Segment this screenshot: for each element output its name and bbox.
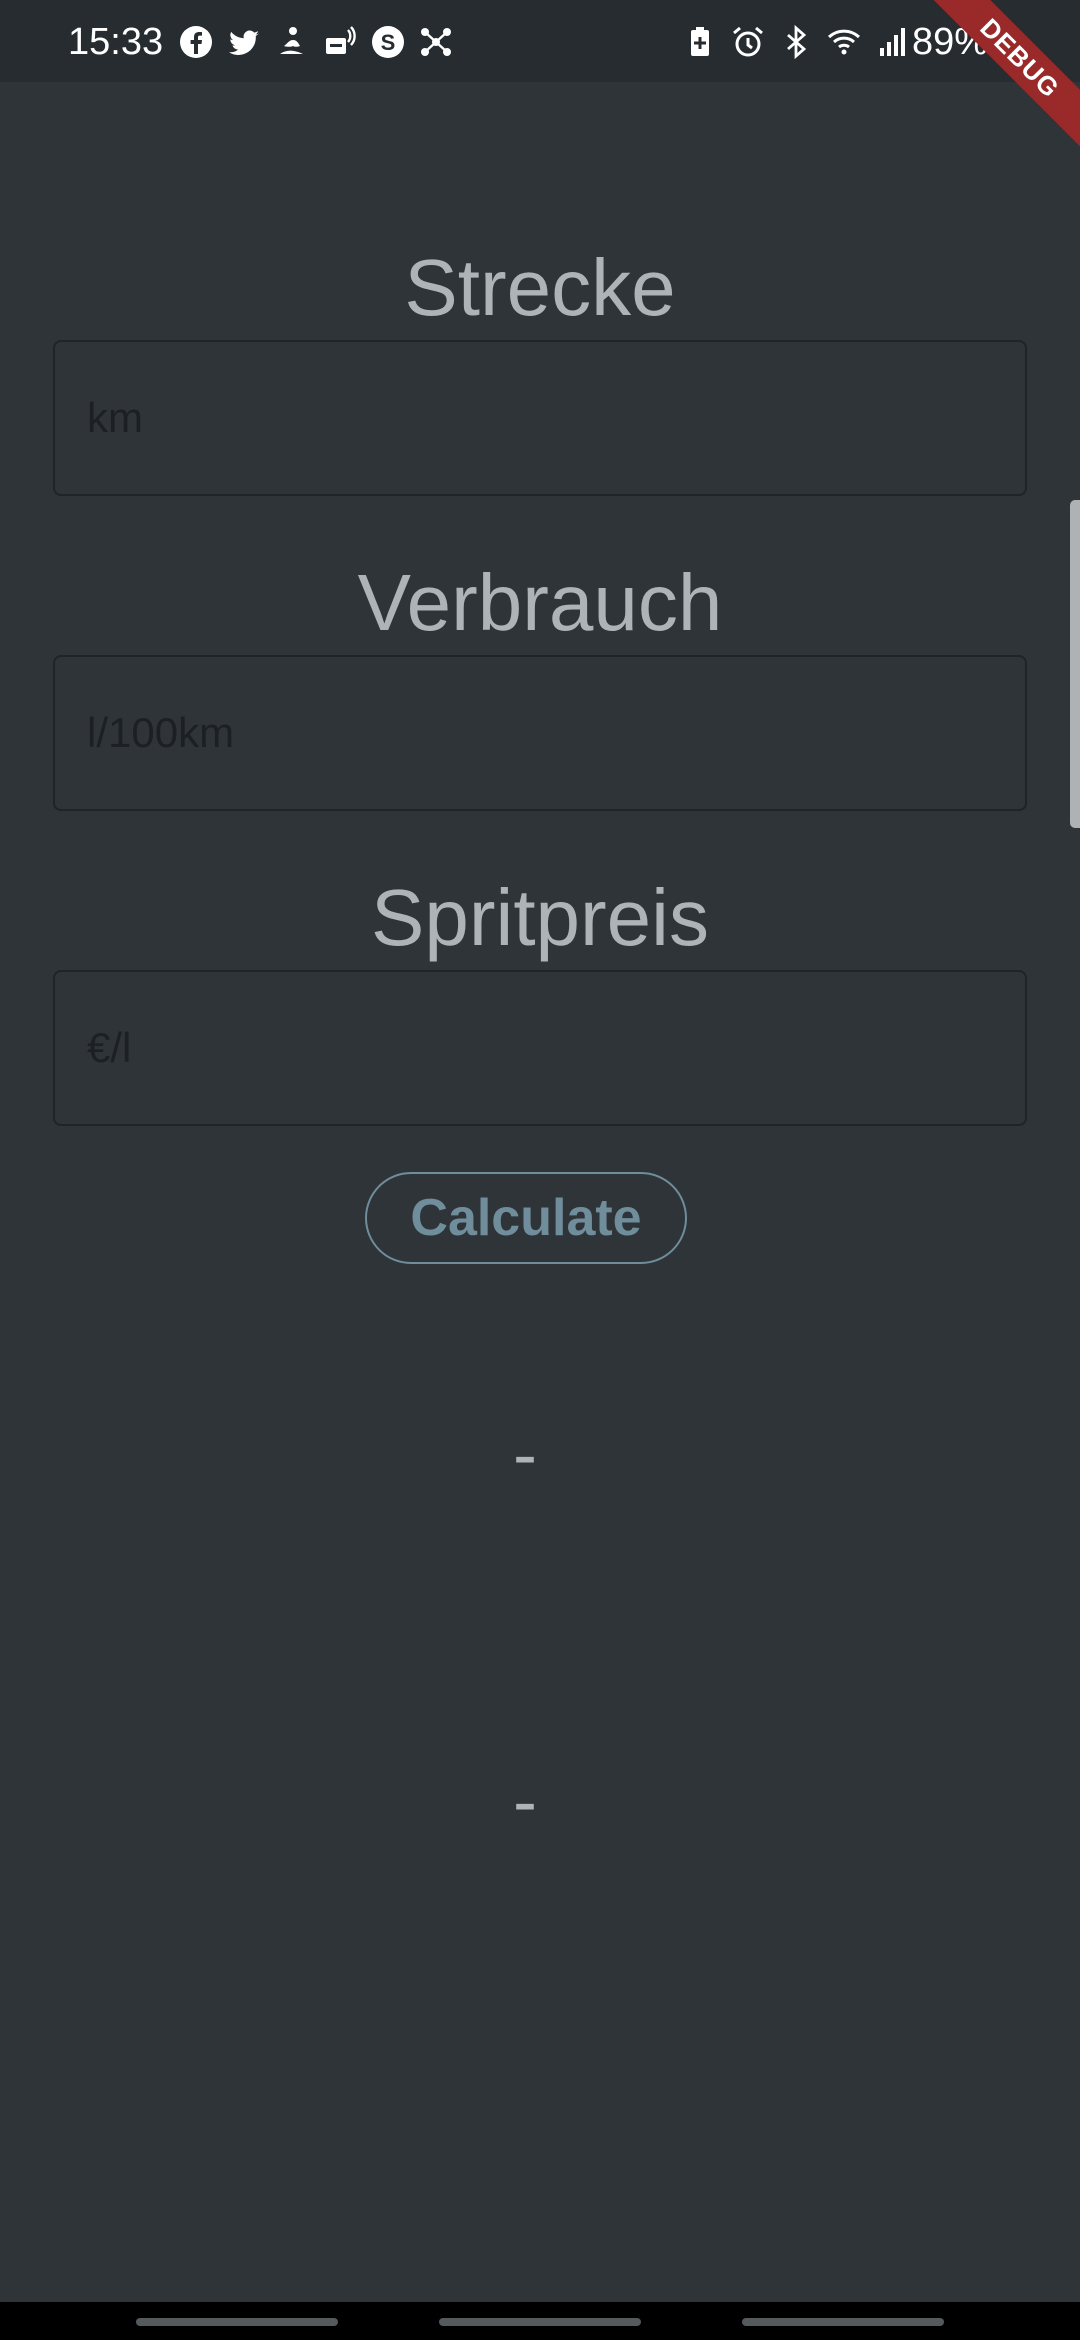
- consumption-label: Verbrauch: [357, 558, 723, 647]
- distance-field[interactable]: [53, 340, 1027, 496]
- meditation-icon: [274, 24, 310, 60]
- consumption-input[interactable]: [55, 657, 1025, 809]
- app-screen: 15:33 S 89% DEBUG Strecke km Verbrauch l…: [0, 0, 1080, 2340]
- wifi-icon: [826, 24, 862, 60]
- nav-home-handle[interactable]: [439, 2318, 641, 2326]
- nfc-icon: [322, 24, 358, 60]
- status-bar: 15:33 S 89% DEBUG: [0, 0, 1080, 165]
- distance-input[interactable]: [55, 342, 1025, 494]
- navigation-bar: [0, 2302, 1080, 2340]
- network-icon: [418, 24, 454, 60]
- s-app-icon: S: [370, 24, 406, 60]
- twitter-icon: [226, 24, 262, 60]
- distance-label: Strecke: [404, 243, 676, 332]
- signal-icon: [874, 24, 910, 60]
- fuel-price-input[interactable]: [55, 972, 1025, 1124]
- status-time: 15:33: [68, 21, 164, 63]
- system-icons: [682, 22, 910, 62]
- result-primary: -: [513, 1415, 537, 1495]
- bluetooth-icon: [778, 24, 814, 60]
- fuel-price-field[interactable]: [53, 970, 1027, 1126]
- calculate-button[interactable]: Calculate: [365, 1172, 687, 1264]
- notification-icons: S: [178, 22, 454, 62]
- battery-saver-icon: [682, 24, 718, 60]
- fuel-price-label: Spritpreis: [371, 873, 709, 962]
- svg-text:S: S: [381, 30, 396, 55]
- nav-back-handle[interactable]: [742, 2318, 944, 2326]
- facebook-icon: [178, 24, 214, 60]
- consumption-field[interactable]: [53, 655, 1027, 811]
- result-secondary: -: [513, 1762, 537, 1842]
- alarm-icon: [730, 24, 766, 60]
- nav-recents-handle[interactable]: [136, 2318, 338, 2326]
- scrollbar[interactable]: [1070, 500, 1080, 828]
